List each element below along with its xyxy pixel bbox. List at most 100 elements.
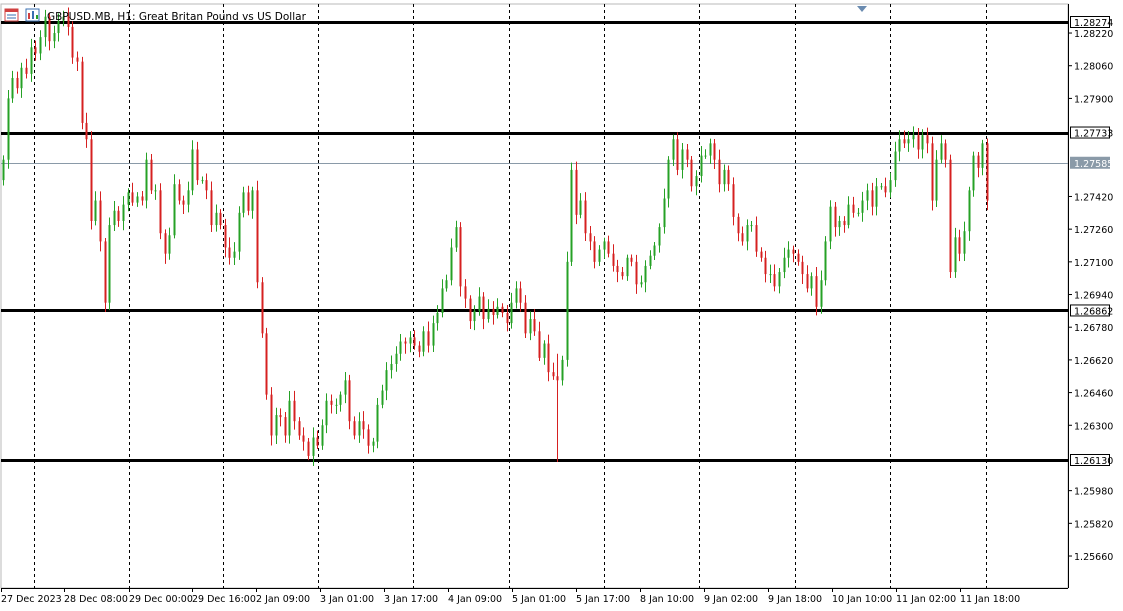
candle-body (506, 312, 509, 324)
candle-body (570, 169, 573, 262)
candle-body (275, 415, 278, 436)
candle-body (164, 233, 167, 254)
candle-body (584, 200, 587, 234)
candle-body (127, 192, 130, 205)
candle-body (20, 67, 23, 89)
candle-body (404, 341, 407, 344)
candle-body (653, 245, 656, 256)
candle-body (288, 400, 291, 436)
candle-body (755, 225, 758, 252)
candle-body (390, 363, 393, 371)
candle-body (344, 380, 347, 395)
candle-body (353, 421, 356, 436)
candle-body (496, 306, 499, 315)
candle-body (603, 241, 606, 250)
candle-body (191, 149, 194, 191)
candle-body (99, 200, 102, 242)
candle-body (561, 359, 564, 381)
candle-body (621, 272, 624, 277)
time-tick-label: 29 Dec 16:00 (192, 594, 256, 605)
price-tick-label: 1.28060 (1074, 62, 1113, 73)
time-tick-label: 28 Dec 08:00 (64, 594, 128, 605)
candle-body (307, 441, 310, 456)
candle-body (215, 212, 218, 226)
indicators-icon[interactable] (25, 8, 40, 22)
candle-body (409, 337, 412, 344)
candle-body (566, 261, 569, 360)
candle-body (7, 98, 10, 160)
price-tick-label: 1.26780 (1074, 323, 1113, 334)
chart-window[interactable]: 1.28274 1.28220 1.28060 1.27900 1.27733 1.275… (0, 0, 1123, 607)
chart-window-icon[interactable] (4, 8, 19, 22)
candle-body (612, 253, 615, 266)
candle-body (173, 184, 176, 236)
candle (575, 161, 578, 225)
candle-body (787, 249, 790, 258)
candle-body (238, 212, 241, 252)
candle-body (113, 210, 116, 226)
candle-body (824, 241, 827, 281)
candle-body (700, 155, 703, 177)
candle (104, 238, 107, 312)
candle-body (547, 343, 550, 373)
candle-body (815, 276, 818, 307)
candle (150, 153, 153, 195)
candle-body (778, 272, 781, 287)
price-tick-label: 1.26620 (1074, 356, 1113, 367)
candle-body (690, 159, 693, 187)
candle-body (385, 370, 388, 391)
candle-body (760, 251, 763, 258)
candle (71, 21, 74, 64)
candle-body (464, 286, 467, 299)
candle-body (108, 225, 111, 303)
price-chart[interactable]: 1.282741.28220 1.28060 1.27900 1.27733 1.275… (0, 0, 1123, 607)
candle-body (30, 47, 33, 74)
candle-body (11, 77, 14, 99)
candle-body (981, 143, 984, 168)
plot-area[interactable] (0, 3, 1069, 589)
candle-body (607, 241, 610, 254)
candle-body (663, 198, 666, 228)
candle-body (764, 257, 767, 275)
candle-body (519, 288, 522, 303)
candle-body (630, 257, 633, 262)
candle-body (972, 155, 975, 191)
price-tick-label: 1.25660 (1074, 552, 1113, 563)
candle (824, 236, 827, 286)
candle (261, 277, 264, 338)
candle-body (418, 345, 421, 352)
candle-body (718, 159, 721, 185)
candle-body (395, 353, 398, 364)
current-price-label: 1.27585 (1074, 159, 1113, 170)
candle-body (898, 139, 901, 152)
time-tick-label: 9 Jan 02:00 (704, 594, 758, 605)
candle-body (330, 400, 333, 405)
candle-body (168, 235, 171, 254)
candle-body (704, 155, 707, 157)
candle-body (399, 341, 402, 354)
candle (570, 162, 573, 267)
candle-body (709, 143, 712, 156)
candle-body (949, 159, 952, 273)
candle (972, 151, 975, 197)
candle-body (53, 33, 56, 42)
price-tick-label: 1.27260 (1074, 225, 1113, 236)
candle-body (963, 231, 966, 254)
candle-body (635, 261, 638, 285)
candle-body (321, 425, 324, 446)
candle-body (154, 190, 157, 192)
candle (348, 374, 351, 430)
candle-body (940, 143, 943, 160)
candle-body (316, 437, 319, 446)
candle-body (413, 337, 416, 346)
chart-title: GBPUSD.MB, H1: Great Britan Pound vs US … (47, 11, 307, 23)
price-tick-label: 1.27420 (1074, 192, 1113, 203)
candle-body (676, 139, 679, 170)
candle-body (469, 298, 472, 322)
candle-body (205, 180, 208, 191)
candle-body (861, 200, 864, 213)
candle-body (298, 421, 301, 436)
candle-body (455, 227, 458, 248)
candle-body (145, 159, 148, 201)
candle-body (178, 184, 181, 201)
